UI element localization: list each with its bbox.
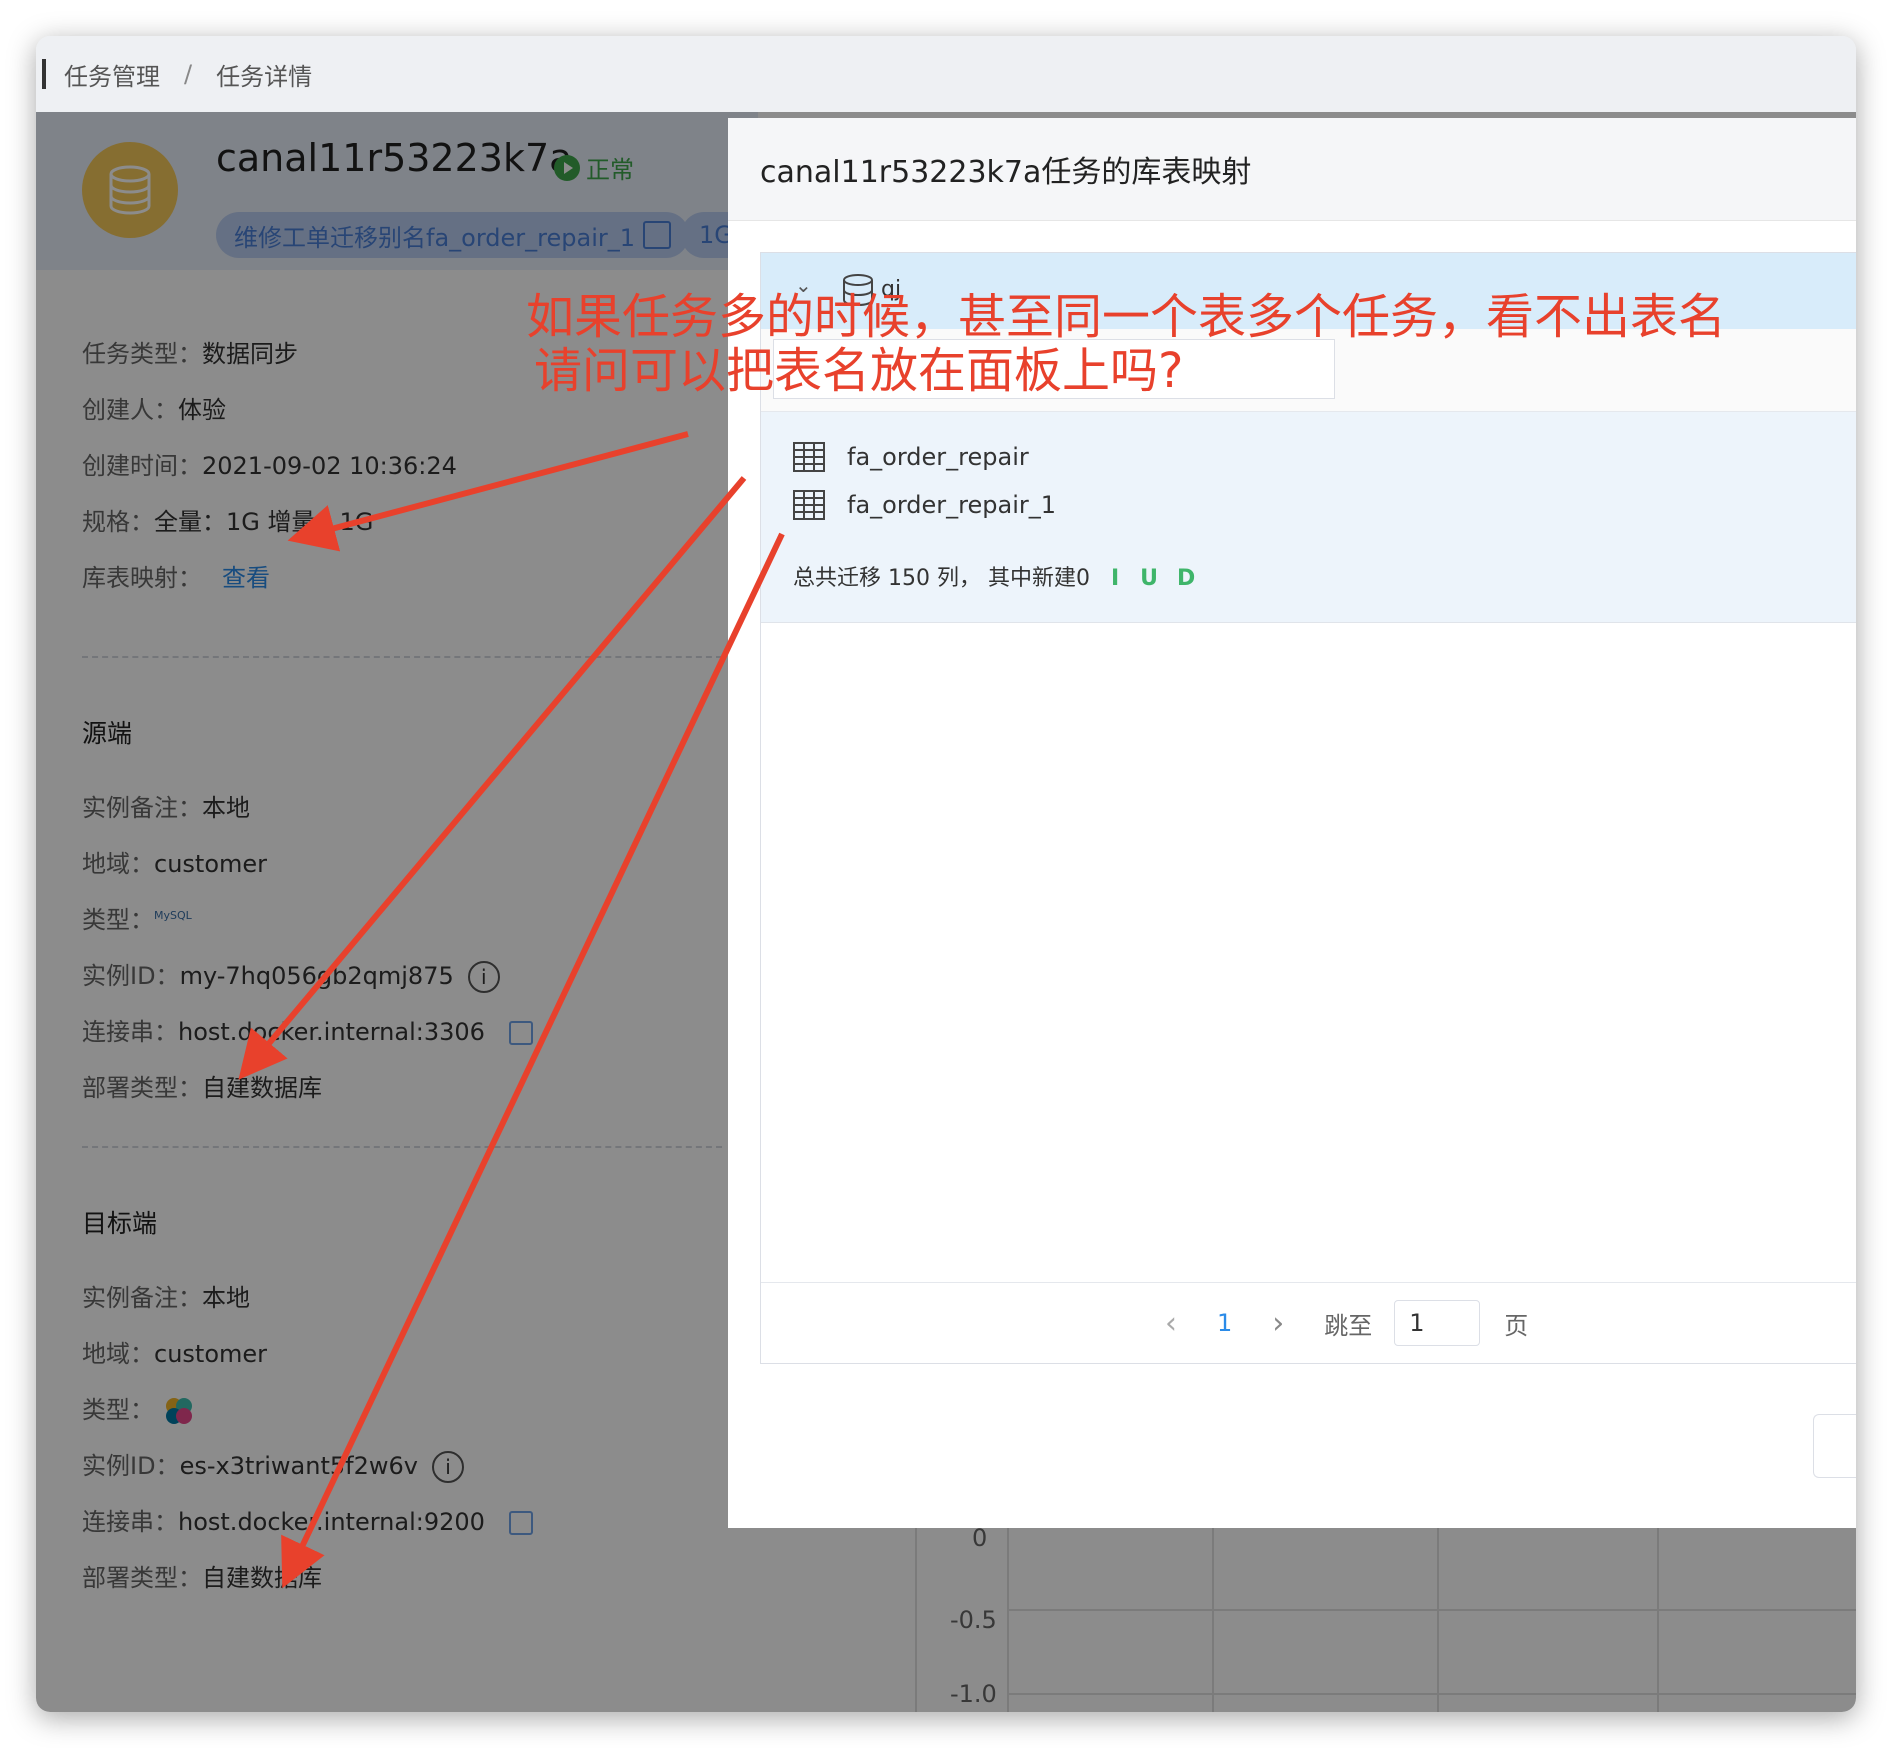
page-suffix: 页	[1504, 1311, 1529, 1340]
mapping-tree: ⌄ qj fa_order_repair fa_order_repair_1 总…	[760, 252, 1856, 1364]
annotation-line-2: 请问可以把表名放在面板上吗?	[534, 343, 1184, 399]
annotation-line-1: 如果任务多的时候，甚至同一个表多个任务，看不出表名	[526, 289, 1727, 345]
table-name: fa_order_repair	[847, 443, 1029, 471]
iud-update: U	[1140, 566, 1159, 591]
breadcrumb: 任务管理 / 任务详情	[36, 36, 1856, 112]
modal-footer-button[interactable]	[1813, 1414, 1856, 1478]
app-window: 任务管理 / 任务详情 canal11r53223k7a 正常 维修工单迁移别名…	[36, 36, 1856, 1712]
breadcrumb-bar	[42, 59, 46, 89]
next-page-button[interactable]: ›	[1272, 1306, 1284, 1341]
table-name: fa_order_repair_1	[847, 491, 1057, 519]
migration-summary: 总共迁移 150 列， 其中新建0 I U D	[793, 560, 1195, 592]
breadcrumb-separator: /	[184, 60, 193, 88]
pagination: ‹ 1 › 跳至 1 页	[761, 1282, 1856, 1363]
table-item[interactable]: fa_order_repair	[793, 442, 1029, 472]
prev-page-button[interactable]: ‹	[1165, 1306, 1177, 1341]
jump-page-input[interactable]: 1	[1394, 1300, 1481, 1346]
annotation-text: 如果任务多的时候，甚至同一个表多个任务，看不出表名 请问可以把表名放在面板上吗?	[526, 290, 1726, 398]
modal-title: canal11r53223k7a任务的库表映射	[760, 155, 1252, 190]
breadcrumb-current: 任务详情	[216, 62, 313, 91]
table-icon	[793, 490, 825, 520]
jump-label: 跳至	[1324, 1311, 1373, 1340]
modal-header: canal11r53223k7a任务的库表映射	[728, 118, 1856, 221]
iud-delete: D	[1177, 566, 1196, 591]
breadcrumb-parent[interactable]: 任务管理	[64, 57, 160, 92]
table-item[interactable]: fa_order_repair_1	[793, 490, 1056, 520]
table-list: fa_order_repair fa_order_repair_1 总共迁移 1…	[761, 412, 1856, 623]
summary-text: 总共迁移 150 列， 其中新建0	[793, 566, 1090, 591]
table-icon	[793, 442, 825, 472]
page-1-button[interactable]: 1	[1217, 1309, 1232, 1337]
iud-insert: I	[1110, 566, 1120, 591]
